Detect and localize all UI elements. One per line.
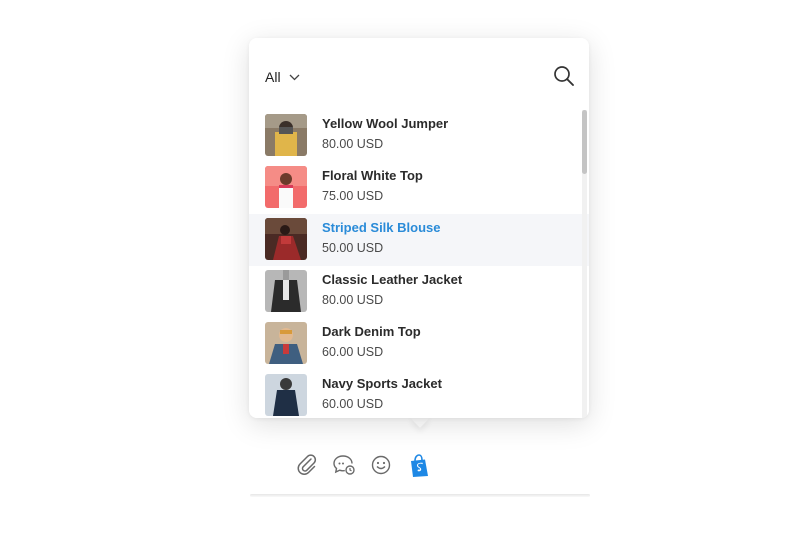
product-item[interactable]: Dark Denim Top 60.00 USD (249, 318, 589, 370)
product-thumbnail (265, 374, 307, 416)
product-name: Dark Denim Top (322, 324, 421, 339)
product-name: Floral White Top (322, 168, 423, 183)
product-item[interactable]: Striped Silk Blouse 50.00 USD (249, 214, 589, 266)
product-item[interactable]: Yellow Wool Jumper 80.00 USD (249, 110, 589, 162)
chevron-down-icon (289, 68, 300, 86)
product-price: 60.00 USD (322, 397, 384, 411)
chat-bubble-icon[interactable] (332, 454, 356, 481)
picker-header: All (249, 38, 589, 110)
product-thumbnail (265, 270, 307, 312)
smiley-icon[interactable] (370, 454, 392, 481)
scrollbar-thumb[interactable] (582, 110, 587, 174)
search-icon[interactable] (553, 65, 575, 92)
product-price: 50.00 USD (322, 241, 384, 255)
product-list[interactable]: Yellow Wool Jumper 80.00 USD Floral Whit… (249, 110, 589, 418)
composer-toolbar (241, 430, 595, 494)
product-thumbnail (265, 218, 307, 260)
product-item[interactable]: Floral White Top 75.00 USD (249, 162, 589, 214)
product-name: Navy Sports Jacket (322, 376, 442, 391)
product-price: 80.00 USD (322, 293, 384, 307)
product-item[interactable]: Navy Sports Jacket 60.00 USD (249, 370, 589, 418)
product-thumbnail (265, 114, 307, 156)
shopify-bag-icon[interactable] (408, 454, 430, 483)
product-thumbnail (265, 166, 307, 208)
paperclip-icon[interactable] (296, 454, 318, 481)
product-item[interactable]: Classic Leather Jacket 80.00 USD (249, 266, 589, 318)
scrollbar[interactable] (582, 110, 587, 418)
product-price: 75.00 USD (322, 189, 384, 203)
product-picker-popup: All Yellow Wool Jumper 80.00 USD Floral … (249, 38, 589, 418)
product-price: 60.00 USD (322, 345, 384, 359)
product-name: Classic Leather Jacket (322, 272, 463, 287)
composer-divider (250, 494, 590, 497)
product-price: 80.00 USD (322, 137, 384, 151)
product-name: Yellow Wool Jumper (322, 116, 449, 131)
product-thumbnail (265, 322, 307, 364)
collection-filter-label: All (265, 68, 281, 85)
product-name: Striped Silk Blouse (322, 220, 441, 235)
collection-filter-dropdown[interactable]: All (265, 67, 300, 86)
